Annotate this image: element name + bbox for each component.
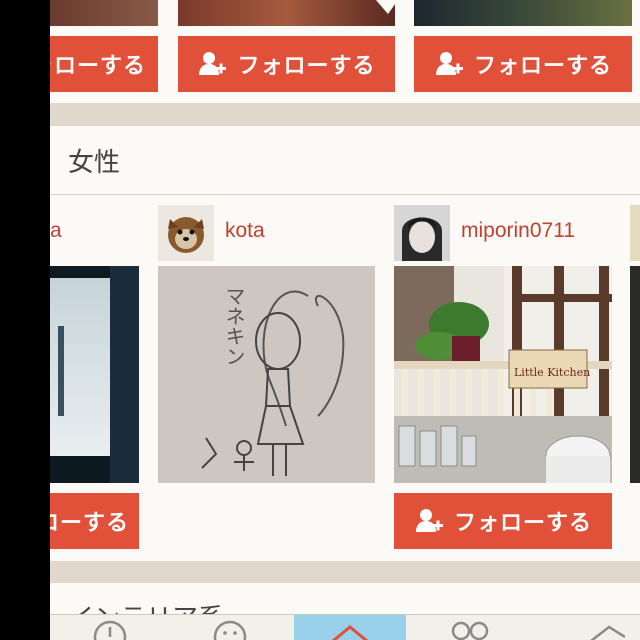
top-photo-2[interactable] [178,0,395,26]
house-icon [590,625,625,640]
follow-label: フォローする [237,54,376,79]
puppy-avatar-image [158,205,214,261]
smiley-icon [213,620,247,640]
tab-feed[interactable] [190,615,270,640]
tab-people[interactable] [430,615,510,640]
tab-bar [50,614,640,640]
section-separator [50,103,640,126]
top-photo-3[interactable] [414,0,632,26]
people-icon [451,621,489,640]
follow-label: フォローする [50,511,129,536]
follow-button-top-2[interactable]: フォローする [178,36,395,92]
top-photo-2-arrow [376,0,398,14]
drawing-scribble-text: マネキン [222,286,246,366]
user-photo[interactable]: マネキン [158,266,375,483]
user-photo[interactable] [630,266,640,483]
user-photo[interactable]: Little Kitchen [394,266,612,483]
app-content: フォローする フォローする フォローする 女性 a フォローする kota [50,0,640,640]
follow-label: フォローする [453,511,592,536]
avatar[interactable] [394,205,450,261]
tab-activity[interactable] [70,615,150,640]
avatar[interactable] [630,205,640,261]
follow-button-top-3[interactable]: フォローする [414,36,632,92]
avatar[interactable] [158,205,214,261]
kitchen-photo-image: Little Kitchen [394,266,612,483]
add-user-icon [435,52,463,75]
girl-avatar-image [394,205,450,261]
tab-home[interactable] [294,615,406,640]
little-kitchen-sign-text: Little Kitchen [514,366,590,379]
section-title: 女性 [68,148,121,178]
add-user-icon [199,52,227,75]
top-photo-1[interactable] [50,0,158,26]
username[interactable]: miporin0711 [461,219,575,243]
follow-label: フォローする [473,54,612,79]
follow-button[interactable]: フォローする [394,493,612,549]
follow-button-top-1[interactable]: フォローする [50,36,158,92]
home-icon [332,625,368,640]
follow-button[interactable]: フォローする [50,493,139,549]
username[interactable]: kota [225,219,265,243]
clock-icon [93,620,127,640]
section-divider [50,194,640,195]
username[interactable]: a [50,219,62,243]
drawing-image: マネキン [158,266,375,483]
add-user-icon [415,509,443,532]
follow-label: フォローする [50,54,146,79]
section-separator [50,561,640,583]
tab-rooms[interactable] [560,615,640,640]
user-photo[interactable] [50,266,139,483]
